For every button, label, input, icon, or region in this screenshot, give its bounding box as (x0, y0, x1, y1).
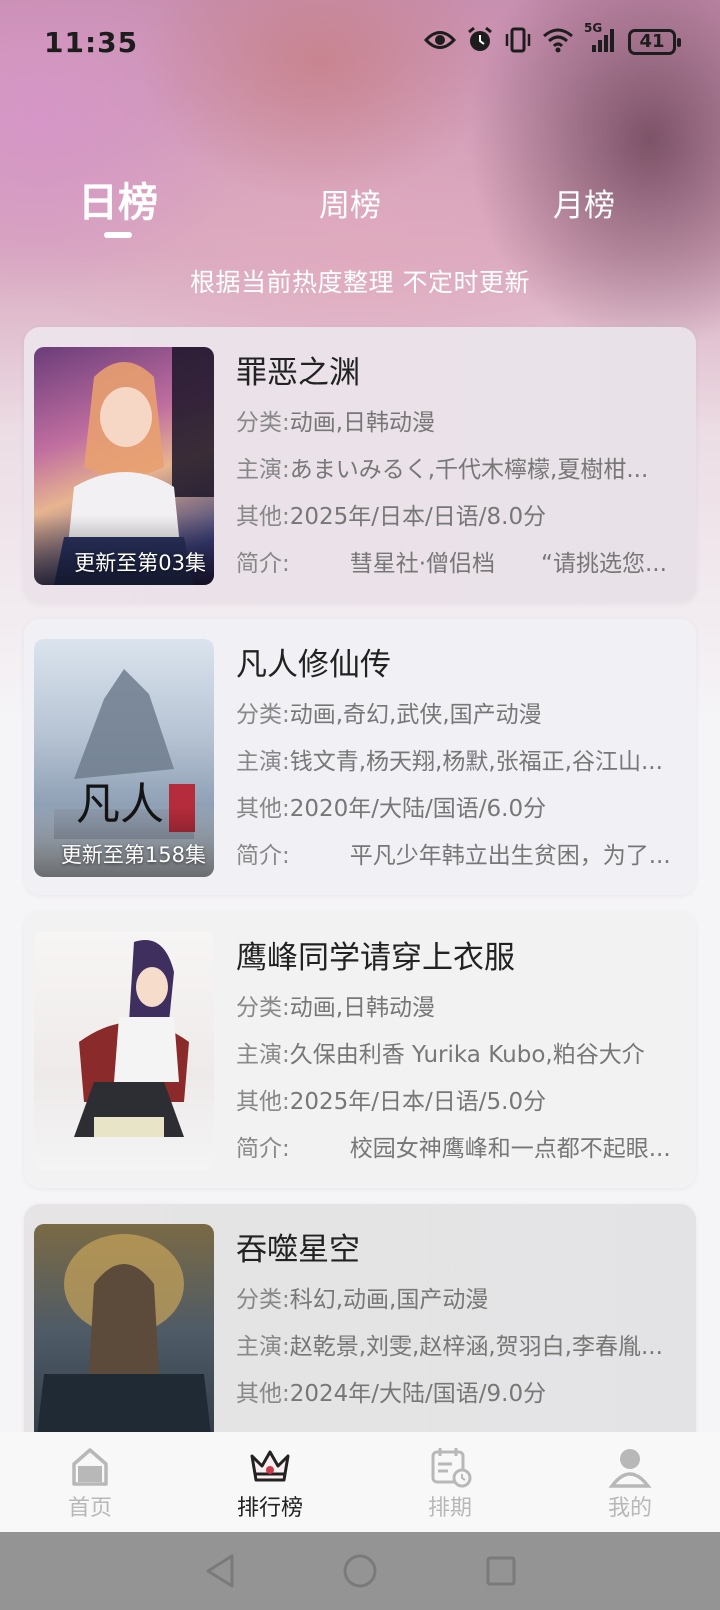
network-type: 5G (584, 21, 603, 35)
item-title: 鹰峰同学请穿上衣服 (236, 940, 515, 976)
item-category: 分类:动画,日韩动漫 (236, 995, 436, 1021)
item-category: 分类:科幻,动画,国产动漫 (236, 1287, 489, 1313)
poster-image (34, 932, 214, 1170)
user-icon (608, 1449, 652, 1488)
tab-monthly[interactable]: 月榜 (553, 180, 615, 225)
item-category: 分类:动画,奇幻,武侠,国产动漫 (236, 702, 542, 728)
wifi-icon (542, 27, 574, 57)
item-intro: 简介: 校园女神鹰峰和一点都不起眼... (236, 1136, 671, 1162)
episode-badge: 更新至第158集 (60, 843, 206, 867)
list-item[interactable]: 鹰峰同学请穿上衣服 分类:动画,日韩动漫 主演:久保由利香 Yurika Kub… (24, 912, 696, 1188)
tab-schedule[interactable]: 排期 (360, 1432, 540, 1532)
home-icon (72, 1448, 108, 1486)
vibrate-icon (504, 26, 532, 58)
list-item[interactable]: 凡人 更新至第158集 凡人修仙传 分类:动画,奇幻,武侠,国产动漫 主演:钱文… (24, 619, 696, 895)
eye-icon (423, 29, 457, 55)
list-item[interactable]: 更新至第03集 罪恶之渊 分类:动画,日韩动漫 主演:あまいみるく,千代木檸檬,… (24, 327, 696, 603)
battery-icon: 41 (628, 29, 681, 55)
recents-icon[interactable] (484, 1554, 518, 1588)
tab-mine-label: 我的 (607, 1496, 652, 1521)
tab-home[interactable]: 首页 (0, 1432, 180, 1532)
poster-image: 更新至第03集 (34, 347, 214, 585)
tab-mine[interactable]: 我的 (540, 1432, 720, 1532)
tab-weekly[interactable]: 周榜 (319, 180, 381, 225)
item-cast: 主演:久保由利香 Yurika Kubo,粕谷大介 (236, 1042, 645, 1068)
ranking-subtitle: 根据当前热度整理 不定时更新 (190, 268, 530, 297)
item-cast: 主演:钱文青,杨天翔,杨默,张福正,谷江山... (236, 749, 663, 775)
back-icon[interactable] (202, 1552, 236, 1590)
ranking-tabs: 日榜 周榜 月榜 (0, 170, 720, 240)
item-other: 其他:2025年/日本/日语/8.0分 (236, 504, 547, 530)
status-icons: 5G 41 (423, 21, 681, 58)
tab-ranking-label: 排行榜 (236, 1496, 303, 1521)
bottom-tab-bar: 首页 排行榜 排期 我的 (0, 1432, 720, 1532)
home-nav-icon[interactable] (341, 1552, 379, 1590)
alarm-icon (466, 26, 494, 58)
poster-image (34, 1224, 214, 1462)
item-cast: 主演:あまいみるく,千代木檸檬,夏樹柑... (236, 457, 649, 483)
item-other: 其他:2020年/大陆/国语/6.0分 (236, 796, 547, 822)
item-intro: 简介: 平凡少年韩立出生贫困，为了... (236, 843, 671, 869)
crown-icon (250, 1450, 290, 1482)
status-bar: 11:35 5G 41 (0, 0, 720, 84)
item-other: 其他:2025年/日本/日语/5.0分 (236, 1089, 547, 1115)
item-intro: 简介: 彗星社·僧侣档 “请挑选您... (236, 551, 667, 577)
tab-schedule-label: 排期 (427, 1496, 472, 1521)
poster-image: 凡人 更新至第158集 (34, 639, 214, 877)
tab-indicator (104, 232, 132, 238)
system-nav-bar (0, 1532, 720, 1610)
item-other: 其他:2024年/大陆/国语/9.0分 (236, 1381, 547, 1407)
status-time: 11:35 (44, 25, 139, 59)
tab-home-label: 首页 (67, 1496, 112, 1521)
tab-daily[interactable]: 日榜 (78, 170, 158, 228)
signal-icon: 5G (584, 21, 618, 57)
item-title: 罪恶之渊 (236, 355, 360, 391)
item-title: 凡人修仙传 (236, 647, 391, 683)
item-title: 吞噬星空 (236, 1232, 360, 1268)
item-category: 分类:动画,日韩动漫 (236, 410, 436, 436)
calendar-icon (431, 1448, 472, 1488)
item-cast: 主演:赵乾景,刘雯,赵梓涵,贺羽白,李春胤... (236, 1334, 663, 1360)
tab-ranking[interactable]: 排行榜 (180, 1432, 360, 1532)
episode-badge: 更新至第03集 (74, 551, 206, 575)
